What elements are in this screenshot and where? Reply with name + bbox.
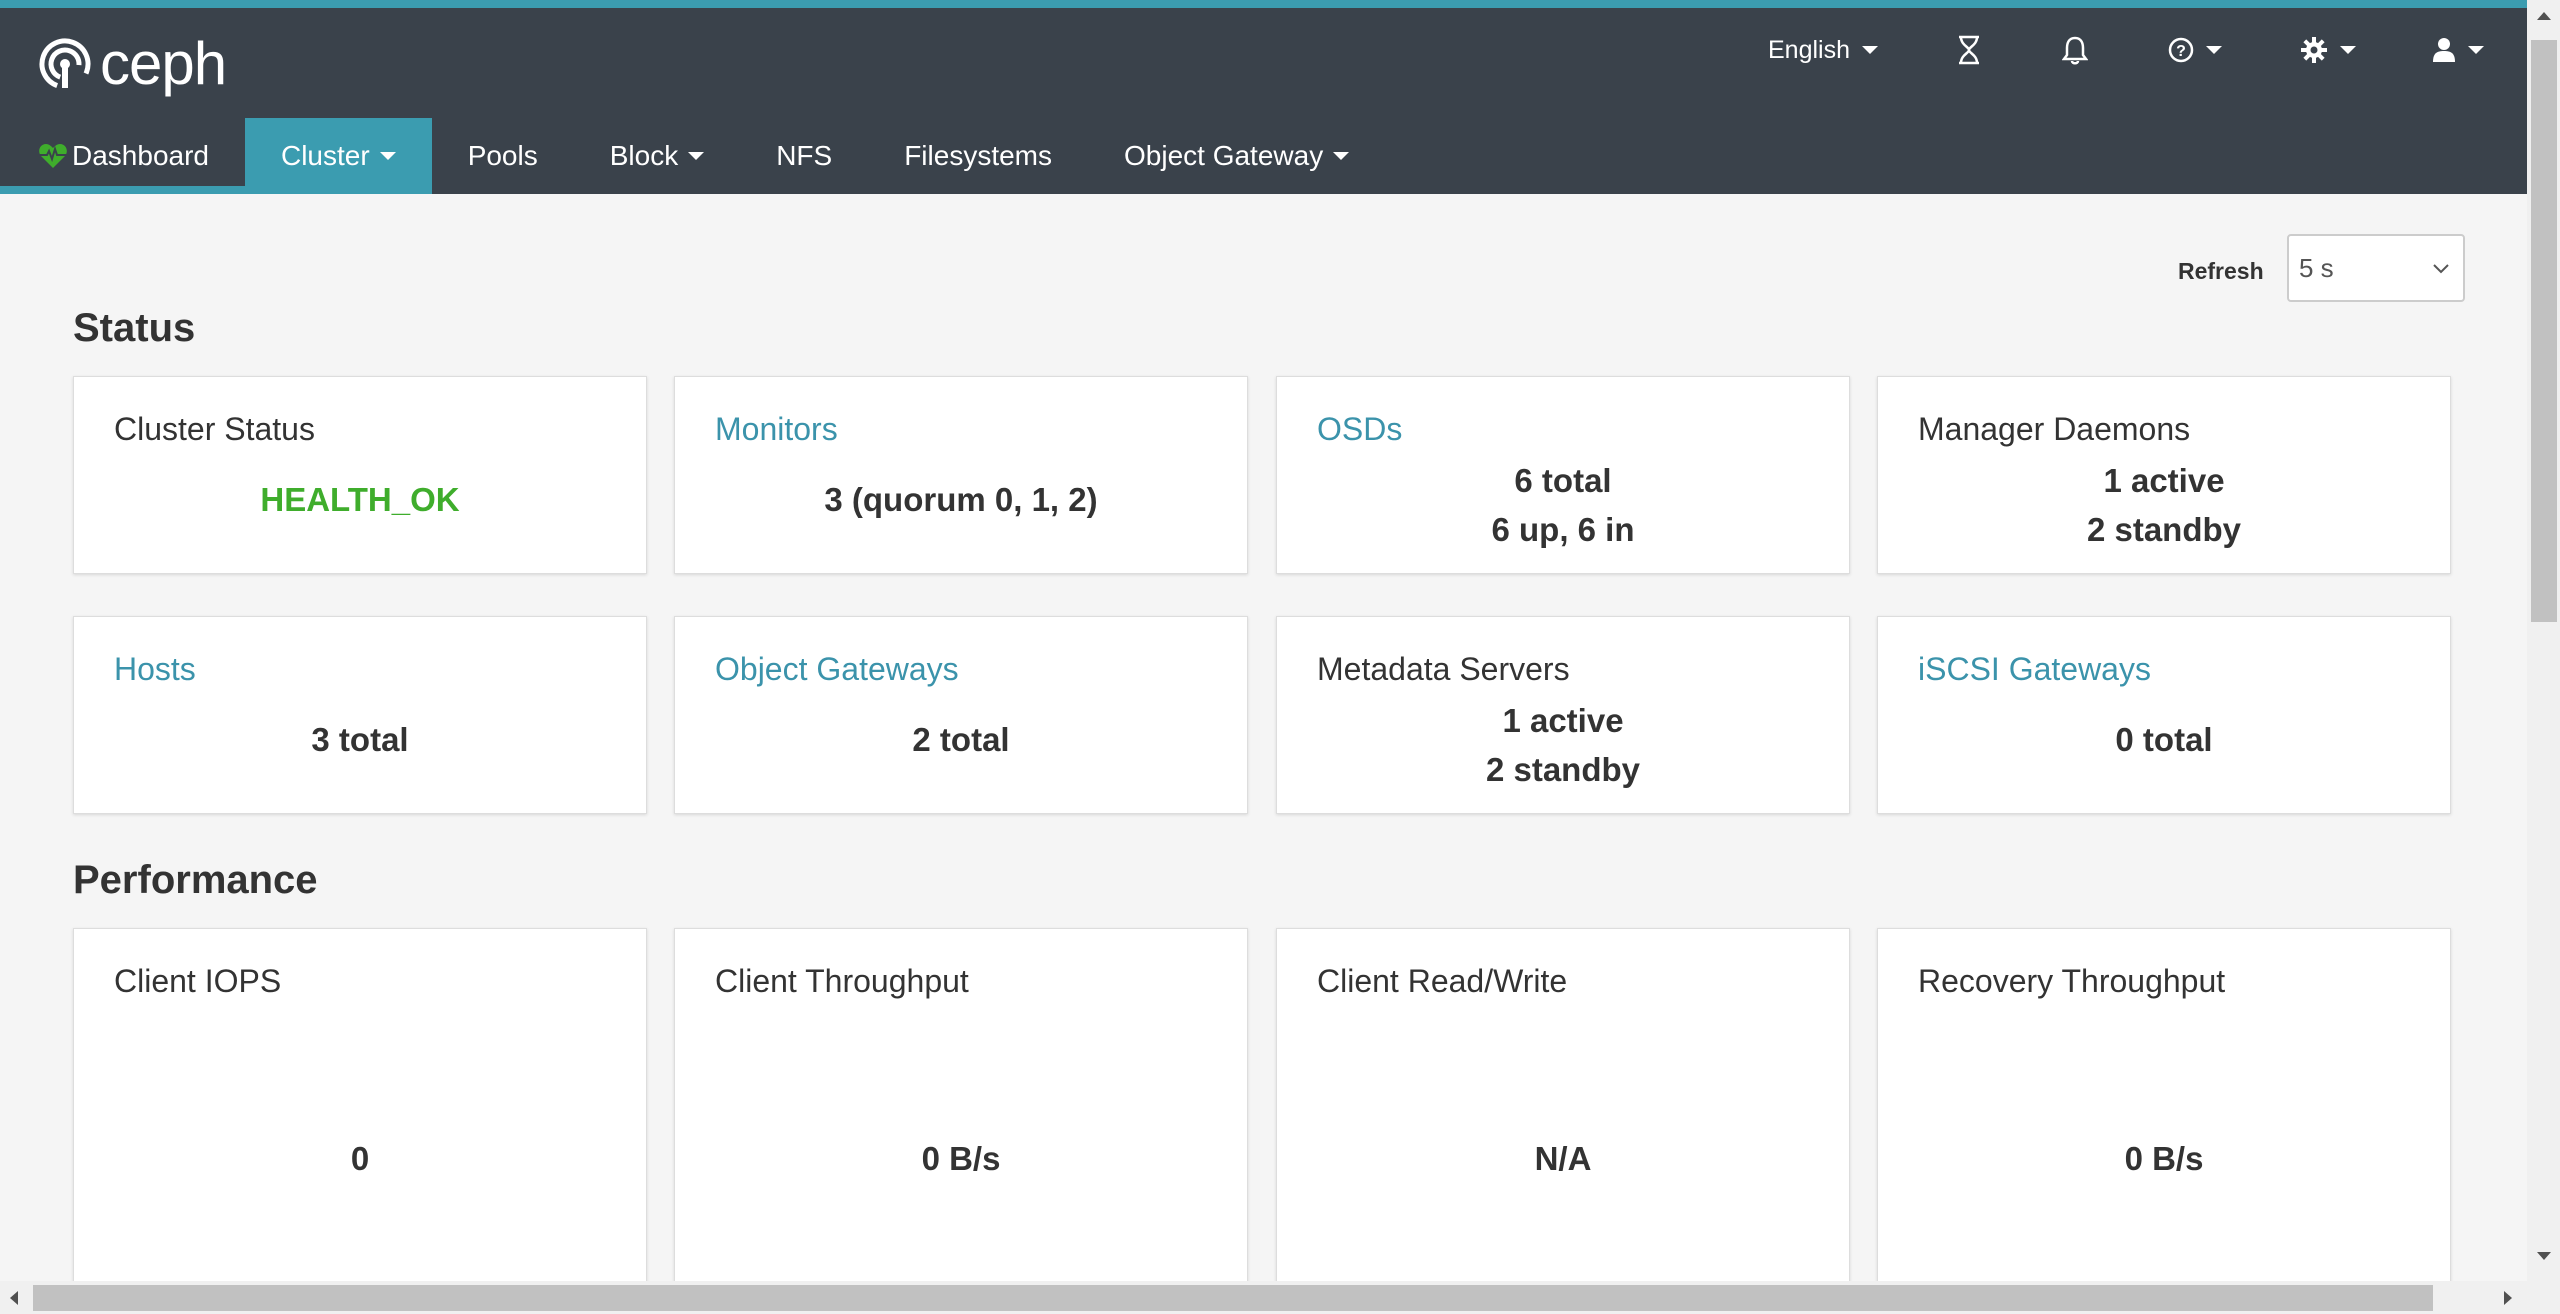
iscsi-gateways-card: iSCSI Gateways 0 total: [1877, 616, 2451, 814]
vertical-scrollbar[interactable]: [2527, 0, 2560, 1314]
chevron-down-icon: [688, 152, 705, 160]
nav-filesystems[interactable]: Filesystems: [868, 118, 1088, 194]
osds-card: OSDs 6 total 6 up, 6 in: [1276, 376, 1850, 574]
client-throughput-card: Client Throughput 0 B/s: [674, 928, 1248, 1288]
nav-cluster[interactable]: Cluster: [244, 118, 432, 194]
hourglass-icon: [1959, 35, 1979, 65]
chevron-down-icon: [2206, 46, 2222, 54]
refresh-interval-select[interactable]: 5 s: [2287, 234, 2465, 302]
osds-state-value: 6 up, 6 in: [1491, 511, 1635, 548]
dashboard-active-indicator: [0, 186, 250, 194]
heartbeat-icon: [39, 144, 67, 168]
language-selector[interactable]: English: [1768, 26, 1878, 74]
metadata-servers-card: Metadata Servers 1 active 2 standby: [1276, 616, 1850, 814]
object-gateways-value: 2 total: [912, 721, 1010, 758]
main-nav: Dashboard Cluster Pools Block NFS Filesy…: [0, 118, 1385, 194]
scroll-right-icon[interactable]: [2504, 1291, 2512, 1305]
object-gateways-link[interactable]: Object Gateways: [715, 651, 959, 688]
osds-link[interactable]: OSDs: [1317, 411, 1402, 448]
bell-icon: [2062, 36, 2088, 65]
help-icon: ?: [2168, 37, 2194, 63]
card-title: Manager Daemons: [1918, 411, 2191, 447]
horizontal-scrollbar[interactable]: [0, 1281, 2527, 1314]
chevron-down-icon: [379, 152, 396, 160]
vertical-scroll-thumb[interactable]: [2531, 40, 2557, 622]
hosts-link[interactable]: Hosts: [114, 651, 196, 688]
nav-block[interactable]: Block: [574, 118, 740, 194]
nav-cluster-label: Cluster: [280, 140, 370, 171]
monitors-value: 3 (quorum 0, 1, 2): [824, 481, 1098, 518]
chevron-down-icon: [1333, 152, 1350, 160]
ceph-logo[interactable]: ceph: [38, 30, 227, 97]
user-menu[interactable]: [2432, 26, 2484, 74]
nav-dashboard[interactable]: Dashboard: [0, 118, 245, 194]
nav-object-gateway[interactable]: Object Gateway: [1088, 118, 1385, 194]
client-throughput-value: 0 B/s: [921, 1140, 1001, 1177]
navbar: ceph English ? Dashboard Cluster Pools B…: [0, 8, 2527, 194]
chevron-down-icon: [1862, 46, 1878, 54]
performance-section-title: Performance: [73, 858, 318, 902]
nav-dashboard-label: Dashboard: [72, 140, 209, 171]
iscsi-gateways-value: 0 total: [2115, 721, 2213, 758]
nav-pools[interactable]: Pools: [432, 118, 574, 194]
card-title: Client Throughput: [715, 963, 969, 999]
mds-active-value: 1 active: [1502, 702, 1624, 739]
recovery-throughput-card: Recovery Throughput 0 B/s: [1877, 928, 2451, 1288]
hosts-card: Hosts 3 total: [73, 616, 647, 814]
scroll-up-icon[interactable]: [2537, 12, 2551, 20]
client-iops-card: Client IOPS 0: [73, 928, 647, 1288]
help-menu[interactable]: ?: [2168, 26, 2222, 74]
gear-icon: [2301, 37, 2327, 63]
client-iops-value: 0: [350, 1140, 370, 1177]
refresh-label: Refresh: [2178, 258, 2264, 284]
manager-daemons-card: Manager Daemons 1 active 2 standby: [1877, 376, 2451, 574]
scroll-left-icon[interactable]: [10, 1291, 18, 1305]
card-title: Recovery Throughput: [1918, 963, 2226, 999]
client-read-write-value: N/A: [1534, 1140, 1592, 1177]
nav-nfs-label: NFS: [776, 140, 833, 171]
horizontal-scroll-thumb[interactable]: [33, 1285, 2433, 1311]
card-title: Client Read/Write: [1317, 963, 1568, 999]
card-title: Metadata Servers: [1317, 651, 1570, 687]
chevron-down-icon: [2340, 46, 2356, 54]
nav-filesystems-label: Filesystems: [904, 140, 1052, 171]
ceph-logo-icon: [39, 38, 91, 90]
settings-menu[interactable]: [2300, 26, 2356, 74]
managers-active-value: 1 active: [2103, 462, 2225, 499]
scroll-down-icon[interactable]: [2537, 1252, 2551, 1260]
nav-block-label: Block: [609, 140, 679, 171]
nav-object-gateway-label: Object Gateway: [1124, 140, 1324, 171]
nav-pools-label: Pools: [467, 140, 538, 171]
monitors-card: Monitors 3 (quorum 0, 1, 2): [674, 376, 1248, 574]
top-accent-bar: [0, 0, 2527, 8]
brand-name: ceph: [100, 30, 227, 97]
card-title: Cluster Status: [114, 411, 315, 447]
managers-standby-value: 2 standby: [2086, 511, 2242, 548]
notifications-button[interactable]: [2062, 26, 2088, 74]
mds-standby-value: 2 standby: [1485, 751, 1641, 788]
nav-nfs[interactable]: NFS: [740, 118, 868, 194]
object-gateways-card: Object Gateways 2 total: [674, 616, 1248, 814]
user-icon: [2433, 38, 2455, 62]
running-tasks-button[interactable]: [1956, 26, 1982, 74]
cluster-status-card: Cluster Status HEALTH_OK: [73, 376, 647, 574]
monitors-link[interactable]: Monitors: [715, 411, 838, 448]
svg-text:?: ?: [2176, 43, 2186, 60]
iscsi-gateways-link[interactable]: iSCSI Gateways: [1918, 651, 2151, 688]
card-title: Client IOPS: [114, 963, 282, 999]
language-label: English: [1768, 35, 1850, 64]
client-read-write-card: Client Read/Write N/A: [1276, 928, 1850, 1288]
chevron-down-icon: [2468, 46, 2484, 54]
chevron-down-icon: [2433, 264, 2449, 274]
hosts-value: 3 total: [311, 721, 409, 758]
refresh-interval-value: 5 s: [2299, 252, 2334, 283]
health-status-value: HEALTH_OK: [260, 481, 460, 518]
recovery-throughput-value: 0 B/s: [2124, 1140, 2204, 1177]
osds-total-value: 6 total: [1514, 462, 1612, 499]
status-section-title: Status: [73, 306, 196, 350]
